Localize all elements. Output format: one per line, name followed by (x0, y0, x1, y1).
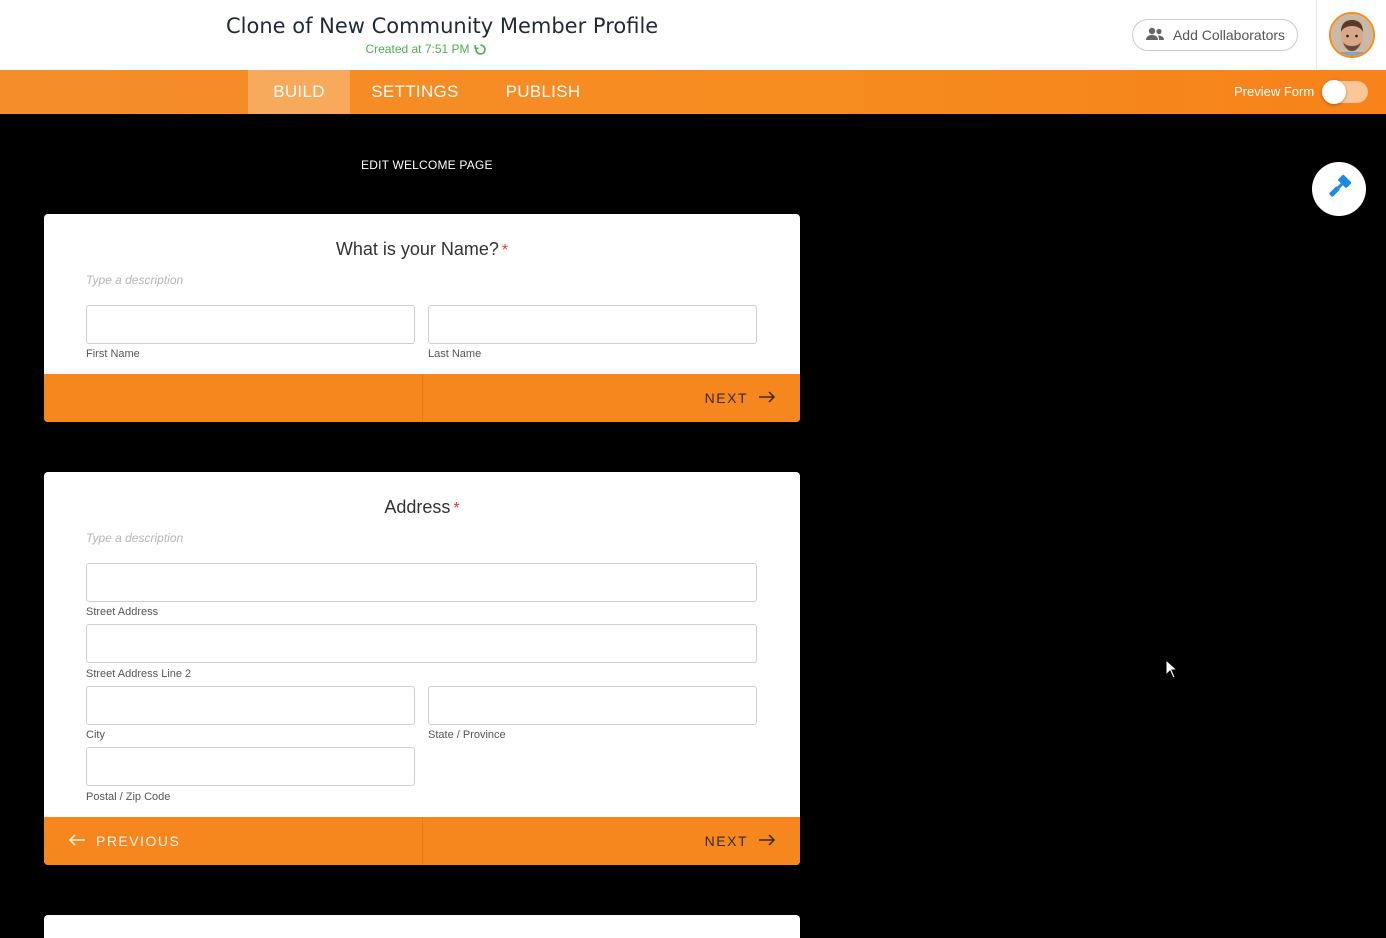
tab-build[interactable]: BUILD (248, 70, 350, 114)
address-card-footer: PREVIOUS NEXT (44, 817, 800, 865)
required-mark: * (453, 500, 460, 517)
postal-zip-input[interactable] (86, 747, 415, 786)
street-address-input[interactable] (86, 563, 757, 602)
avatar[interactable] (1329, 12, 1375, 58)
footer-divider (422, 817, 423, 865)
edit-welcome-page-link[interactable]: EDIT WELCOME PAGE (361, 158, 493, 172)
theme-designer-button[interactable] (1312, 162, 1366, 216)
state-province-label: State / Province (428, 729, 506, 741)
street-address-line2-input[interactable] (86, 624, 757, 663)
users-icon (1145, 27, 1165, 44)
first-name-input[interactable] (86, 305, 415, 344)
name-question-card: What is your Name? * Type a description F… (44, 214, 800, 422)
name-card-footer: NEXT (44, 374, 800, 422)
next-label: NEXT (704, 833, 748, 849)
next-label: NEXT (704, 390, 748, 406)
builder-nav: BUILD SETTINGS PUBLISH Preview Form (0, 70, 1386, 114)
add-collaborators-label: Add Collaborators (1172, 27, 1286, 43)
street-address-label: Street Address (86, 606, 159, 618)
last-name-label: Last Name (428, 348, 482, 360)
arrow-left-icon (68, 833, 86, 849)
tab-publish[interactable]: PUBLISH (496, 70, 590, 114)
arrow-right-icon (758, 833, 776, 849)
city-input[interactable] (86, 686, 415, 725)
street-address-line2-label: Street Address Line 2 (86, 668, 192, 680)
footer-divider (422, 374, 423, 422)
tab-settings[interactable]: SETTINGS (360, 70, 470, 114)
form-title[interactable]: Clone of New Community Member Profile (226, 14, 658, 38)
refresh-icon[interactable] (473, 43, 487, 56)
top-header: Clone of New Community Member Profile Cr… (0, 0, 1386, 70)
preview-form-toggle[interactable] (1322, 80, 1368, 104)
header-divider (1316, 0, 1317, 70)
add-collaborators-button[interactable]: Add Collaborators (1132, 19, 1298, 51)
mouse-cursor-icon (1165, 658, 1179, 684)
postal-zip-label: Postal / Zip Code (86, 791, 171, 803)
address-question-card: Address * Type a description Street Addre… (44, 472, 800, 865)
paint-roller-icon (1326, 174, 1352, 205)
required-mark: * (501, 242, 509, 259)
address-description-placeholder[interactable]: Type a description (86, 531, 183, 545)
last-name-input[interactable] (428, 305, 757, 344)
created-text: Created at 7:51 PM (365, 42, 470, 56)
arrow-right-icon (758, 390, 776, 406)
title-block: Clone of New Community Member Profile Cr… (226, 14, 658, 56)
next-button[interactable]: NEXT (705, 817, 776, 865)
address-question-text: Address (384, 497, 451, 517)
previous-button[interactable]: PREVIOUS (68, 817, 180, 865)
first-name-label: First Name (86, 348, 140, 360)
preview-form-label: Preview Form (1234, 84, 1315, 99)
name-question-title[interactable]: What is your Name? * (44, 239, 800, 260)
state-province-input[interactable] (428, 686, 757, 725)
name-question-text: What is your Name? (335, 239, 499, 259)
address-question-title[interactable]: Address * (44, 497, 800, 518)
next-button[interactable]: NEXT (705, 374, 776, 422)
toggle-knob (1322, 80, 1346, 104)
name-description-placeholder[interactable]: Type a description (86, 273, 183, 287)
previous-label: PREVIOUS (96, 833, 181, 849)
created-status: Created at 7:51 PM (226, 42, 626, 56)
next-question-card (44, 915, 800, 938)
city-label: City (86, 729, 105, 741)
